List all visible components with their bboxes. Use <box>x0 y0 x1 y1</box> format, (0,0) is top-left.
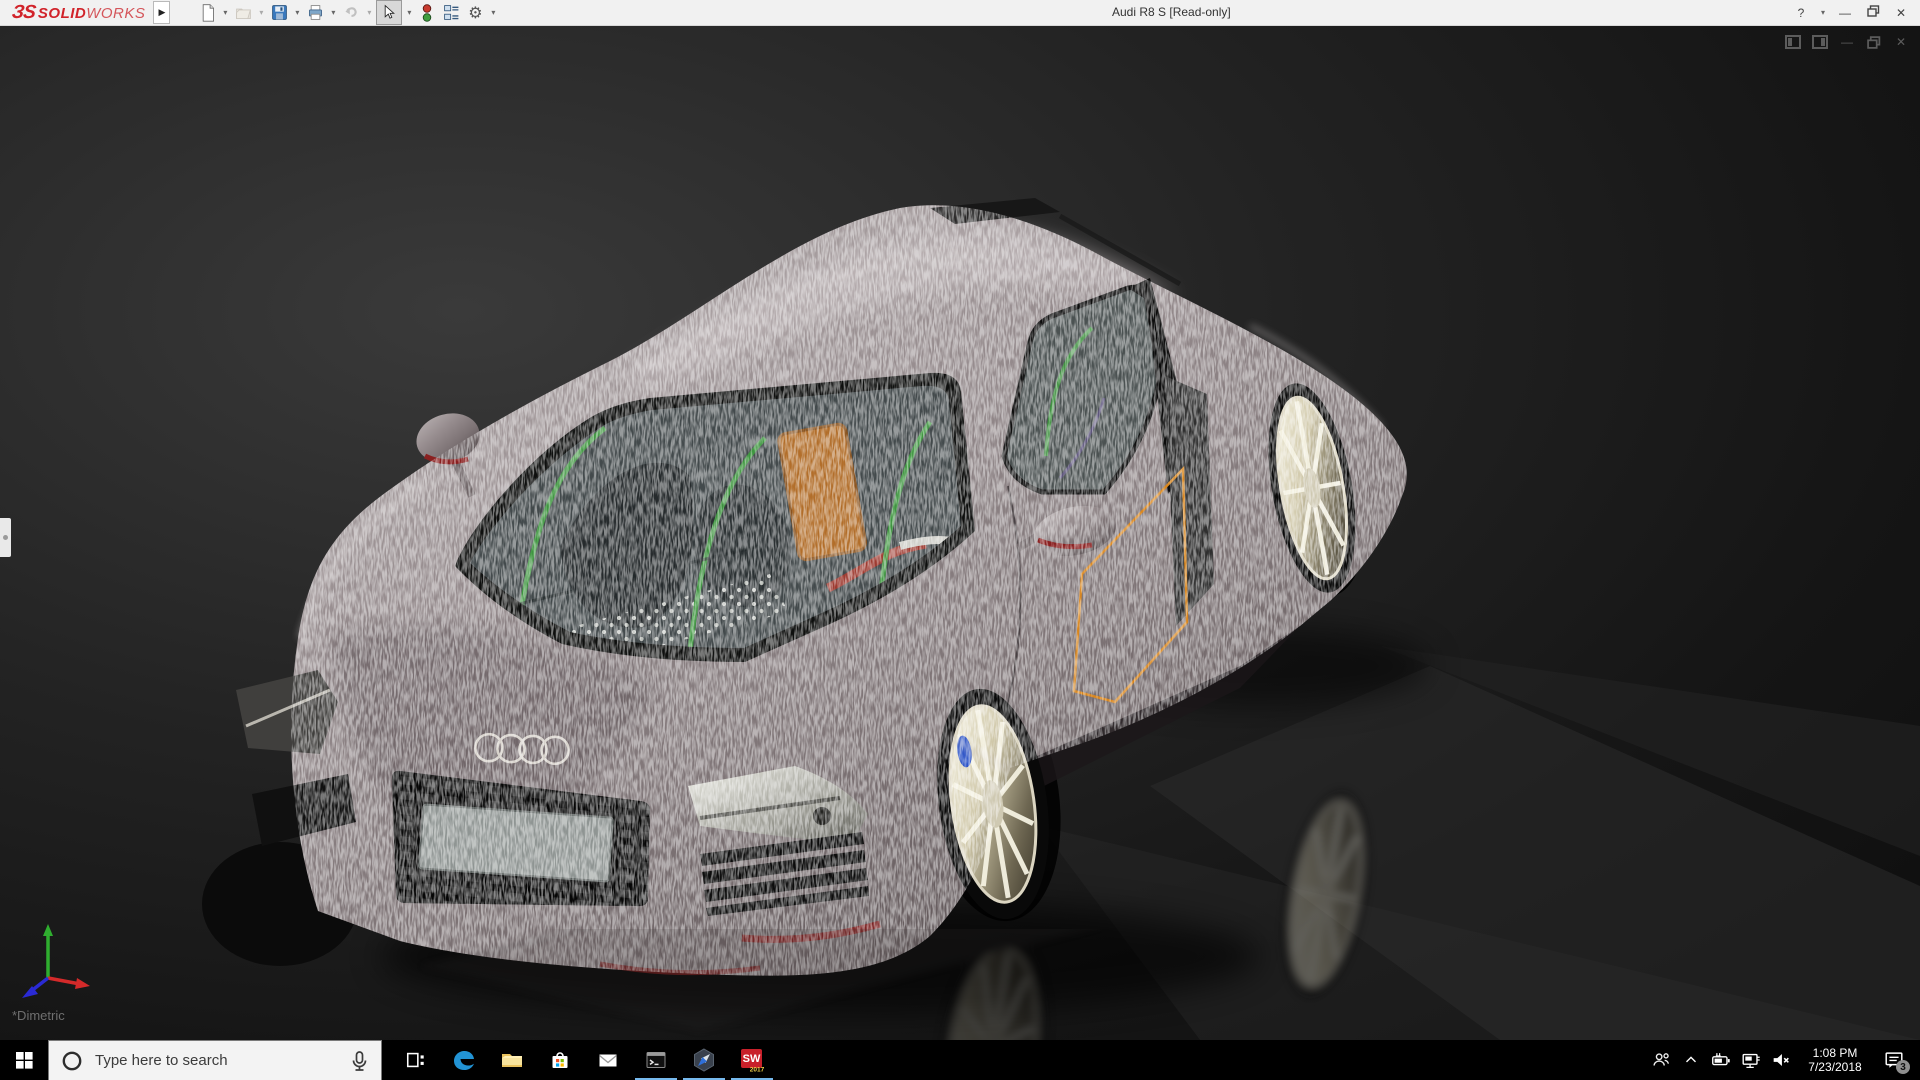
visualize-icon[interactable] <box>680 1040 728 1080</box>
store-icon[interactable] <box>536 1040 584 1080</box>
new-document-icon[interactable] <box>196 2 218 24</box>
hidden-icons-chevron[interactable] <box>1676 1040 1706 1080</box>
rebuild-traffic-light-icon[interactable] <box>416 2 438 24</box>
restore-button[interactable] <box>1862 5 1884 20</box>
view-orientation-label: *Dimetric <box>12 1008 65 1023</box>
flyout-tab-grip <box>3 535 8 540</box>
action-center-button[interactable]: 3 <box>1874 1040 1914 1080</box>
solidworks-2017-icon[interactable]: SW 2017 <box>728 1040 776 1080</box>
3d-scene[interactable] <box>0 26 1920 1040</box>
pane-right-icon[interactable] <box>1811 34 1829 50</box>
doc-minimize-button[interactable]: — <box>1838 34 1856 50</box>
doc-restore-button[interactable] <box>1865 34 1883 50</box>
print-icon[interactable] <box>304 2 326 24</box>
feature-pane-flyout-tab[interactable] <box>0 518 11 557</box>
battery-icon[interactable] <box>1706 1040 1736 1080</box>
edge-icon[interactable] <box>440 1040 488 1080</box>
search-input[interactable]: Type here to search <box>48 1040 382 1080</box>
options-gear-icon[interactable]: ⚙ <box>464 2 486 24</box>
clock-time: 1:08 PM <box>1802 1046 1868 1060</box>
standard-toolbar: ▾ ▾ ▾ ▾ ▾ ▾ ⚙ ▾ <box>196 0 498 25</box>
solidworks-logo-glyph: ЗS <box>10 2 36 24</box>
select-cursor-icon[interactable] <box>376 0 402 25</box>
start-button[interactable] <box>0 1040 48 1080</box>
svg-text:SW: SW <box>743 1053 761 1065</box>
microphone-icon[interactable] <box>347 1049 371 1073</box>
file-properties-icon[interactable] <box>440 2 462 24</box>
undo-icon[interactable] <box>340 2 362 24</box>
system-tray: 1:08 PM 7/23/2018 3 <box>1646 1040 1920 1080</box>
help-button[interactable]: ? <box>1790 6 1812 20</box>
minimize-button[interactable]: — <box>1834 6 1856 20</box>
search-placeholder: Type here to search <box>95 1052 347 1069</box>
pane-left-icon[interactable] <box>1784 34 1802 50</box>
options-caret[interactable]: ▾ <box>488 8 498 17</box>
svg-text:2017: 2017 <box>750 1067 765 1074</box>
close-button[interactable]: ✕ <box>1890 6 1912 20</box>
notification-badge: 3 <box>1896 1060 1910 1074</box>
file-explorer-icon[interactable] <box>488 1040 536 1080</box>
print-caret[interactable]: ▾ <box>328 8 338 17</box>
undo-caret[interactable]: ▾ <box>364 8 374 17</box>
open-caret[interactable]: ▾ <box>256 8 266 17</box>
taskbar-app-icons: SW 2017 <box>392 1040 776 1080</box>
orientation-triad <box>8 916 108 1001</box>
help-caret[interactable]: ▾ <box>1818 8 1828 17</box>
taskbar-clock[interactable]: 1:08 PM 7/23/2018 <box>1802 1046 1868 1074</box>
select-caret[interactable]: ▾ <box>404 8 414 17</box>
clock-date: 7/23/2018 <box>1802 1060 1868 1074</box>
command-prompt-icon[interactable] <box>632 1040 680 1080</box>
menu-flyout-arrow-icon[interactable]: ▶ <box>153 1 170 24</box>
save-caret[interactable]: ▾ <box>292 8 302 17</box>
save-icon[interactable] <box>268 2 290 24</box>
window-title: Audi R8 S [Read-only] <box>1112 0 1231 25</box>
volume-muted-icon[interactable] <box>1766 1040 1796 1080</box>
taskbar: Type here to search SW 2017 <box>0 1040 1920 1080</box>
new-document-caret[interactable]: ▾ <box>220 8 230 17</box>
doc-close-button[interactable]: ✕ <box>1892 34 1910 50</box>
task-view-button[interactable] <box>392 1040 440 1080</box>
open-icon[interactable] <box>232 2 254 24</box>
graphics-area[interactable]: — ✕ *Dimetric <box>0 26 1920 1040</box>
titlebar: ЗS SOLID WORKS ▶ ▾ ▾ ▾ ▾ ▾ ▾ ⚙ ▾ Audi R <box>0 0 1920 26</box>
document-window-controls: — ✕ <box>1784 34 1910 50</box>
people-icon[interactable] <box>1646 1040 1676 1080</box>
window-controls: ? ▾ — ✕ <box>1790 0 1912 25</box>
mail-icon[interactable] <box>584 1040 632 1080</box>
solidworks-logo: ЗS SOLID WORKS <box>12 2 145 24</box>
network-icon[interactable] <box>1736 1040 1766 1080</box>
cortana-circle-icon <box>61 1050 83 1072</box>
